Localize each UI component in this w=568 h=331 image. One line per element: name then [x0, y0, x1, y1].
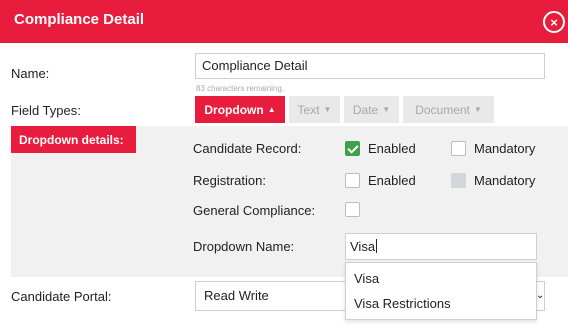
field-type-dropdown-label: Dropdown [204, 102, 264, 117]
name-input[interactable]: Compliance Detail [195, 53, 545, 79]
close-icon[interactable]: × [543, 11, 565, 33]
name-label: Name: [11, 66, 50, 81]
dialog-header: Compliance Detail × [0, 0, 568, 43]
candidate-record-enabled-label: Enabled [368, 141, 416, 156]
close-glyph: × [550, 14, 558, 30]
registration-enabled-checkbox[interactable] [345, 173, 360, 188]
candidate-portal-label: Candidate Portal: [11, 289, 112, 304]
chevron-down-icon[interactable]: ⌄ [536, 290, 544, 301]
dropdown-name-input[interactable]: Visa [345, 233, 537, 260]
general-compliance-label: General Compliance: [193, 203, 316, 218]
field-type-dropdown-button[interactable]: Dropdown ▲ [195, 96, 285, 123]
registration-mandatory-checkbox [451, 173, 466, 188]
caret-down-icon: ▼ [323, 105, 332, 114]
registration-enabled-label: Enabled [368, 173, 416, 188]
caret-down-icon: ▼ [382, 105, 391, 114]
candidate-record-mandatory-checkbox[interactable] [451, 141, 466, 156]
dropdown-name-label: Dropdown Name: [193, 239, 295, 254]
suggestion-item-visa[interactable]: Visa [354, 271, 379, 286]
candidate-record-enabled-checkbox[interactable] [345, 141, 360, 156]
dropdown-name-value: Visa [350, 239, 376, 254]
field-type-date-label: Date [352, 102, 379, 117]
field-types-label: Field Types: [11, 103, 81, 118]
caret-down-icon: ▼ [473, 105, 482, 114]
registration-label: Registration: [193, 173, 266, 188]
dialog-title: Compliance Detail [14, 11, 145, 28]
text-cursor [376, 239, 378, 253]
field-type-document-label: Document [415, 102, 470, 117]
candidate-record-mandatory-label: Mandatory [474, 141, 536, 156]
field-type-text-label: Text [297, 102, 320, 117]
field-type-document-button[interactable]: Document ▼ [403, 96, 494, 123]
suggestion-item-visa-restrictions[interactable]: Visa Restrictions [354, 296, 451, 311]
dropdown-name-suggestions: Visa Visa Restrictions [345, 262, 537, 320]
field-type-date-button[interactable]: Date ▼ [344, 96, 399, 123]
general-compliance-checkbox[interactable] [345, 202, 360, 217]
field-type-text-button[interactable]: Text ▼ [289, 96, 340, 123]
registration-mandatory-label: Mandatory [474, 173, 536, 188]
dropdown-details-tag: Dropdown details: [11, 126, 136, 153]
candidate-record-label: Candidate Record: [193, 141, 302, 156]
characters-remaining-hint: 83 characters remaining. [196, 84, 285, 93]
caret-up-icon: ▲ [267, 105, 276, 114]
